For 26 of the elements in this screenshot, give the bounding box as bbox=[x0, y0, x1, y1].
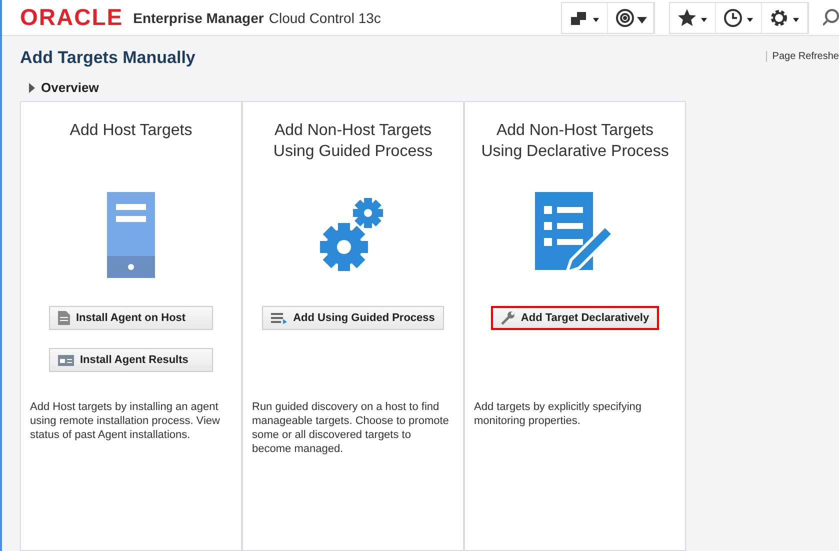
wrench-icon bbox=[500, 311, 515, 325]
document-icon bbox=[58, 311, 70, 325]
card-title: Add Non-Host Targets Using Declarative Process bbox=[480, 121, 670, 162]
page-refreshed-label: Page Refreshe bbox=[766, 50, 839, 62]
overview-toggle[interactable]: Overview bbox=[28, 80, 99, 95]
card-title: Add Host Targets bbox=[70, 121, 192, 141]
clock-icon bbox=[722, 6, 754, 28]
list-arrow-icon bbox=[271, 312, 288, 324]
list-window-icon bbox=[58, 354, 74, 366]
action-button[interactable]: Add Target Declaratively bbox=[490, 306, 660, 330]
oracle-logo: ORACLE bbox=[20, 4, 124, 31]
server-icon bbox=[107, 192, 155, 278]
card-description: Add Host targets by installing an agent using remote installation process. View status of past Agent installations. bbox=[29, 400, 221, 442]
card-description: Add targets by explicitly specifying monitoring properties. bbox=[473, 400, 643, 428]
product-name: Enterprise Manager bbox=[133, 10, 264, 26]
action-button[interactable]: Install Agent on Host bbox=[49, 306, 213, 330]
card-description: Run guided discovery on a host to find manageable targets. Choose to promote some or all discovered targets to become managed. bbox=[251, 400, 450, 456]
star-icon bbox=[676, 6, 708, 28]
target-icon bbox=[614, 6, 646, 28]
action-button[interactable]: Add Using Guided Process bbox=[262, 306, 444, 330]
action-button[interactable]: Install Agent Results bbox=[49, 348, 213, 372]
search-icon[interactable] bbox=[823, 8, 839, 28]
product-edition: Cloud Control 13c bbox=[268, 10, 381, 26]
page-title: Add Targets Manually bbox=[20, 48, 196, 68]
card-title: Add Non-Host Targets Using Guided Process bbox=[272, 121, 434, 162]
collapsed-icon bbox=[28, 82, 36, 92]
